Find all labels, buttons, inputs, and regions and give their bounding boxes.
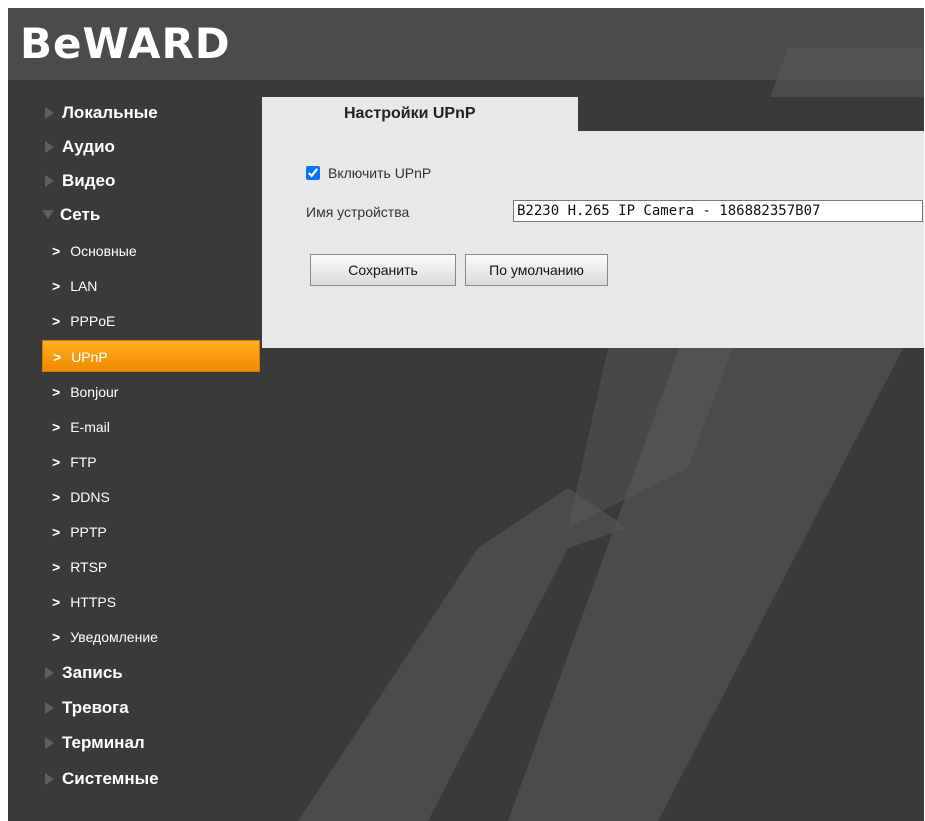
chevron-right-icon: > (52, 278, 61, 294)
sidebar-item-label: Видео (62, 171, 116, 190)
chevron-right-icon: > (52, 594, 61, 610)
sidebar-item-label: Локальные (62, 103, 158, 122)
sidebar-sub-label: FTP (70, 454, 97, 470)
device-name-input[interactable] (513, 200, 923, 222)
sidebar-sub-label: Bonjour (70, 384, 119, 400)
enable-upnp-checkbox[interactable] (306, 166, 320, 180)
sidebar-sub-notification[interactable]: > Уведомление (52, 622, 260, 652)
default-button[interactable]: По умолчанию (465, 254, 608, 286)
sidebar-sub-https[interactable]: > HTTPS (52, 587, 260, 617)
sidebar-sub-pptp[interactable]: > PPTP (52, 517, 260, 547)
sidebar-sub-ftp[interactable]: > FTP (52, 447, 260, 477)
sidebar-item-label: Терминал (62, 733, 145, 752)
sidebar-sub-basic[interactable]: > Основные (52, 236, 260, 266)
sidebar-item-label: Запись (62, 663, 123, 682)
sidebar-sub-label: Уведомление (70, 629, 158, 645)
upnp-settings-panel: Настройки UPnP Включить UPnP Имя устройс… (262, 97, 924, 348)
chevron-right-icon: > (52, 454, 61, 470)
sidebar-sub-rtsp[interactable]: > RTSP (52, 552, 260, 582)
device-name-label: Имя устройства (306, 204, 410, 220)
sidebar-item-record[interactable]: Запись (42, 658, 123, 688)
sidebar-sub-label: PPPoE (70, 313, 116, 329)
sidebar-item-label: Системные (62, 769, 159, 788)
save-button[interactable]: Сохранить (310, 254, 456, 286)
collapsed-arrow-icon (45, 773, 54, 785)
sidebar-item-label: Тревога (62, 698, 129, 717)
collapsed-arrow-icon (45, 667, 54, 679)
sidebar-sub-pppoe[interactable]: > PPPoE (52, 306, 260, 336)
chevron-right-icon: > (52, 243, 61, 259)
expanded-arrow-icon (42, 210, 54, 219)
sidebar-sub-label: E-mail (70, 419, 110, 435)
sidebar-sub-label: DDNS (70, 489, 110, 505)
sidebar-item-audio[interactable]: Аудио (42, 132, 115, 162)
chevron-right-icon: > (52, 419, 61, 435)
chevron-right-icon: > (52, 559, 61, 575)
sidebar-item-terminal[interactable]: Терминал (42, 728, 145, 758)
sidebar-item-label: Сеть (60, 205, 101, 224)
collapsed-arrow-icon (45, 737, 54, 749)
sidebar-sub-label: PPTP (70, 524, 107, 540)
enable-upnp-label: Включить UPnP (328, 165, 432, 181)
chevron-right-icon: > (52, 629, 61, 645)
sidebar-sub-label: UPnP (71, 349, 108, 365)
sidebar-sub-ddns[interactable]: > DDNS (52, 482, 260, 512)
sidebar-sub-label: HTTPS (70, 594, 117, 610)
enable-upnp-row[interactable]: Включить UPnP (306, 165, 431, 181)
collapsed-arrow-icon (45, 141, 54, 153)
brand-logo: BeWARD (20, 19, 231, 68)
chevron-right-icon: > (52, 313, 61, 329)
collapsed-arrow-icon (45, 702, 54, 714)
tab-upnp-settings[interactable]: Настройки UPnP (262, 97, 578, 131)
chevron-right-icon: > (52, 524, 61, 540)
chevron-right-icon: > (52, 489, 61, 505)
panel-tab-strip (578, 97, 924, 131)
app-window: BeWARD Локальные Аудио Видео Сеть > Основ… (8, 8, 924, 821)
sidebar-sub-label: Основные (70, 243, 137, 259)
sidebar-sub-label: RTSP (70, 559, 108, 575)
sidebar-sub-lan[interactable]: > LAN (52, 271, 260, 301)
sidebar-item-system[interactable]: Системные (42, 764, 159, 794)
sidebar-sub-label: LAN (70, 278, 98, 294)
header-bar: BeWARD (8, 8, 924, 80)
collapsed-arrow-icon (45, 107, 54, 119)
sidebar-item-video[interactable]: Видео (42, 166, 115, 196)
sidebar-item-alarm[interactable]: Тревога (42, 693, 129, 723)
chevron-right-icon: > (53, 349, 62, 365)
sidebar-item-label: Аудио (62, 137, 115, 156)
sidebar-sub-upnp[interactable]: > UPnP (42, 340, 260, 372)
sidebar-item-local[interactable]: Локальные (42, 98, 158, 128)
collapsed-arrow-icon (45, 175, 54, 187)
sidebar-item-network[interactable]: Сеть (42, 200, 100, 230)
sidebar-sub-bonjour[interactable]: > Bonjour (52, 377, 260, 407)
chevron-right-icon: > (52, 384, 61, 400)
sidebar-sub-email[interactable]: > E-mail (52, 412, 260, 442)
